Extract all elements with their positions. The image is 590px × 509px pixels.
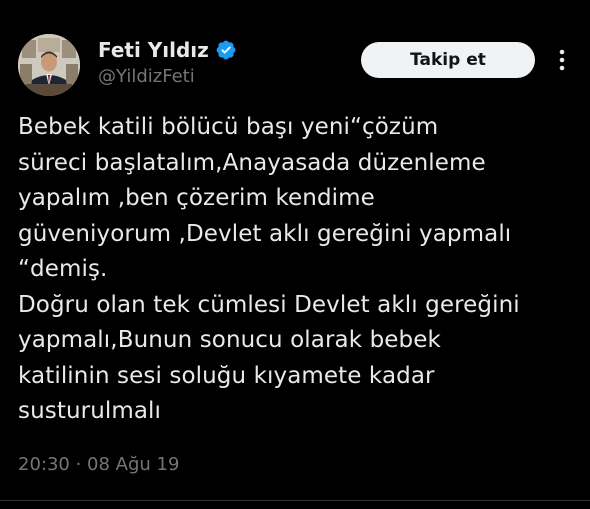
follow-button[interactable]: Takip et	[361, 42, 535, 78]
author-handle[interactable]: @YildizFeti	[98, 66, 195, 87]
tweet-text-line: güveniyorum ,Devlet aklı gereğini yapmal…	[18, 220, 512, 247]
tweet-text-line: susturulmalı	[18, 398, 162, 424]
tweet-text-line: Bebek katili bölücü başı yeni“çözüm	[18, 114, 439, 140]
tweet-text-line: “demiş.	[18, 256, 108, 282]
tweet-text-line: Doğru olan tek cümlesi Devlet aklı gereğ…	[18, 291, 520, 318]
tweet-text: Bebek katili bölücü başı yeni“çözüm süre…	[18, 110, 578, 430]
divider	[0, 500, 590, 501]
author-display-name[interactable]: Feti Yıldız	[98, 38, 209, 62]
more-options-button[interactable]	[551, 47, 573, 73]
tweet-timestamp[interactable]: 20:30 · 08 Ağu 19	[18, 454, 179, 475]
profile-photo	[18, 34, 80, 96]
tweet-text-line: yapalım ,ben çözerim kendime	[18, 185, 375, 211]
author-avatar[interactable]	[18, 34, 80, 96]
tweet-text-line: yapmalı,Bunun sonucu olarak bebek	[18, 327, 441, 353]
more-options-icon	[559, 49, 565, 71]
verified-badge-icon	[216, 40, 236, 60]
author-name-row: Feti Yıldız	[98, 38, 237, 62]
tweet-text-line: katilinin sesi soluğu kıyamete kadar	[18, 362, 435, 389]
tweet-card: Feti Yıldız @YildizFeti Takip et Bebek k…	[0, 0, 590, 509]
tweet-text-line: süreci başlatalım,Anayasada düzenleme	[18, 149, 486, 176]
